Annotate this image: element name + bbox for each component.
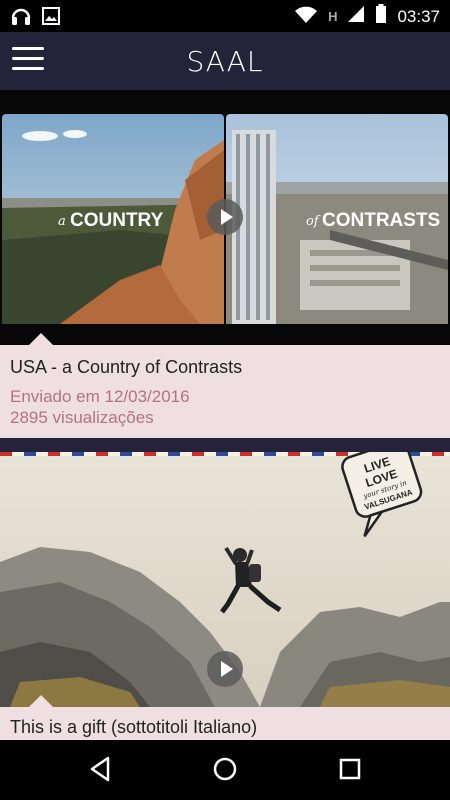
recents-icon[interactable] — [338, 756, 362, 787]
app-bar: SAAL — [0, 32, 450, 90]
play-icon[interactable] — [207, 199, 243, 235]
home-icon[interactable] — [213, 756, 237, 787]
play-icon[interactable] — [207, 651, 243, 687]
image-icon — [42, 7, 60, 30]
navigation-bar — [0, 740, 450, 800]
headset-icon — [10, 6, 32, 31]
thumb-text-right-small: of — [306, 214, 321, 229]
video-list[interactable]: a COUNTRY of CONTRASTS USA - a Country o… — [0, 90, 450, 740]
video-info[interactable]: USA - a Country of Contrasts Enviado em … — [0, 333, 450, 438]
video-title[interactable]: This is a gift (sottotitoli Italiano) — [10, 717, 257, 738]
signal-icon — [347, 5, 365, 28]
back-icon[interactable] — [88, 756, 112, 787]
thumb-text-left-small: a — [58, 214, 66, 229]
video-thumbnail[interactable]: LIVE LOVE your story in VALSUGANA — [0, 452, 450, 707]
video-title[interactable]: USA - a Country of Contrasts — [10, 357, 242, 378]
video-card[interactable]: LIVE LOVE your story in VALSUGANA This i… — [0, 452, 450, 740]
clock: 03:37 — [397, 6, 440, 26]
video-thumbnail[interactable]: a COUNTRY of CONTRASTS — [0, 90, 450, 345]
thumb-text-right: CONTRASTS — [322, 210, 440, 231]
video-date: Enviado em 12/03/2016 — [10, 387, 190, 406]
video-views: 2895 visualizações — [10, 408, 154, 427]
video-card[interactable]: a COUNTRY of CONTRASTS USA - a Country o… — [0, 90, 450, 438]
network-type-label: H — [328, 9, 338, 24]
battery-icon — [375, 4, 387, 29]
wifi-icon — [294, 5, 318, 28]
notch-pointer — [28, 333, 54, 346]
notch-pointer — [28, 695, 54, 708]
status-bar: H 03:37 — [0, 0, 450, 32]
app-title: SAAL — [186, 45, 264, 78]
video-info[interactable]: This is a gift (sottotitoli Italiano) — [0, 695, 450, 740]
thumb-text-left: COUNTRY — [70, 210, 164, 231]
